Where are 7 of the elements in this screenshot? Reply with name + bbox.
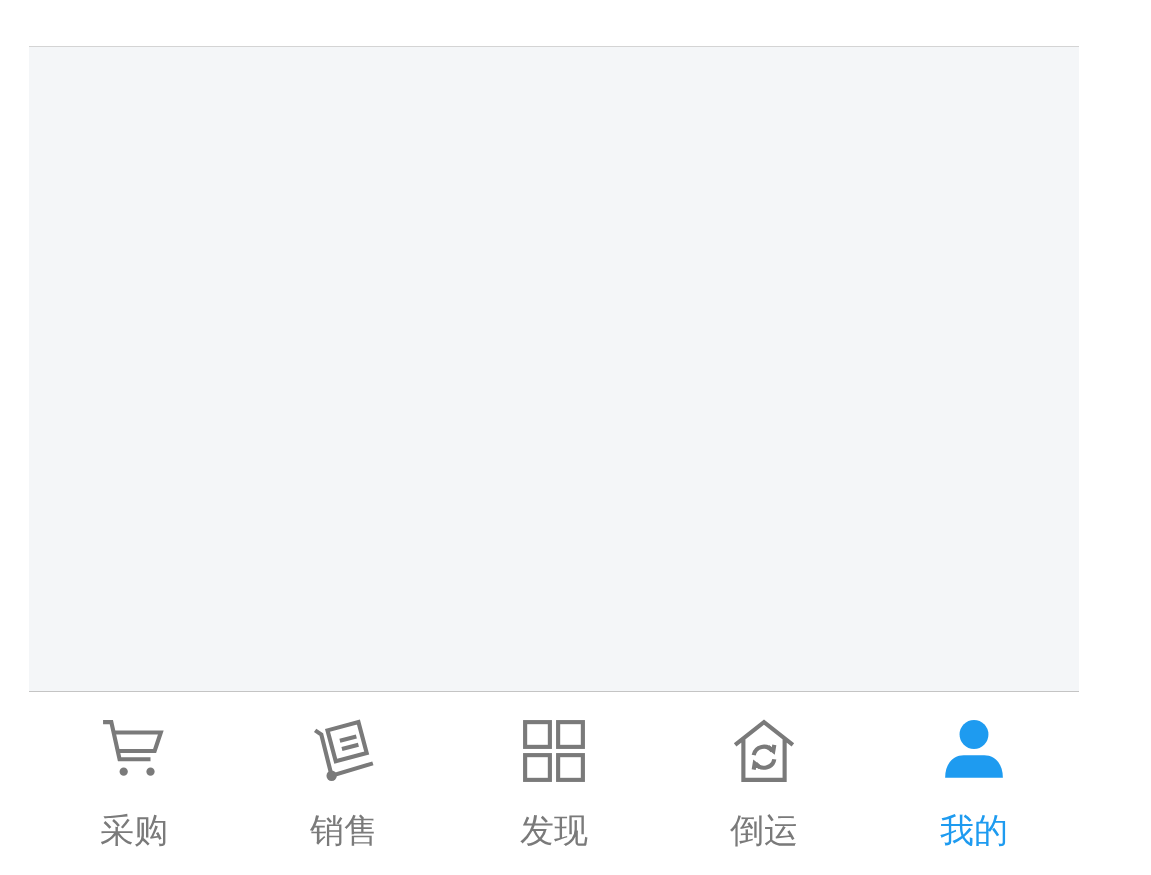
tab-bar-item[interactable]: 我的: [869, 718, 1079, 850]
tab-bar-item[interactable]: 采购: [29, 718, 239, 850]
grid-icon: [521, 718, 587, 784]
tab-bar-item[interactable]: 发现: [449, 718, 659, 850]
tab-bar-item[interactable]: 倒运: [659, 718, 869, 850]
house-refresh-icon: [731, 718, 797, 784]
tab-bar-item[interactable]: 销售: [239, 718, 449, 850]
